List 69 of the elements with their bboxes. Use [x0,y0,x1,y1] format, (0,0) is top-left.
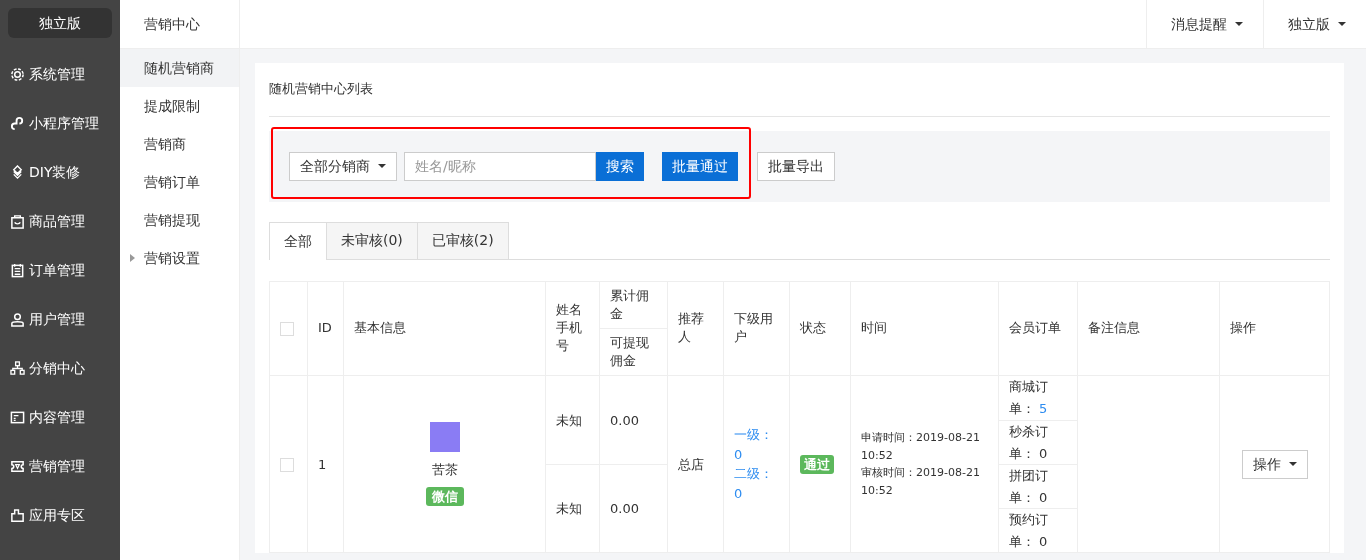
table-cell: 总店 [667,375,724,553]
ticket-icon [10,459,25,474]
table-cell-text: 0.00 [610,500,639,518]
table-cell-text: 未知 [556,411,582,430]
column-header: 状态 [789,281,851,376]
column-header: 时间 [850,281,999,376]
sidebar-item[interactable]: 分销中心 [0,344,120,393]
submenu-item[interactable]: 营销提现 [120,201,239,239]
status-tag: 通过 [800,454,834,474]
row-checkbox[interactable] [280,458,294,472]
puzzle-icon [10,508,25,523]
gear-icon [10,67,25,82]
column-header: 备注信息 [1077,281,1220,376]
time-text: 申请时间：2019-08-21 10:52 [861,430,981,464]
submenu-item[interactable]: 营销订单 [120,163,239,201]
order-count-text: 预约订单： 0 [1009,510,1049,551]
action-dropdown[interactable]: 操作 [1241,449,1308,479]
avatar-image [429,421,460,452]
sidebar-item[interactable]: 订单管理 [0,246,120,295]
batch-approve-button[interactable]: 批量通过 [662,151,738,181]
sidebar-item[interactable]: 内容管理 [0,393,120,442]
sidebar-item[interactable]: 营销管理 [0,442,120,491]
submenu-item[interactable]: 随机营销商 [120,49,239,87]
column-header: 累计佣金 [599,281,668,329]
order-count-text: 商城订单： 5 [1009,378,1049,419]
column-header: 操作 [1219,281,1330,376]
column-header: 下级用户 [723,281,790,376]
table-cell-text: 0.00 [610,411,639,430]
nickname-text: 苦茶 [430,460,459,479]
calendar-icon [10,263,25,278]
platform-tag: 微信 [425,487,464,507]
search-field[interactable]: 姓名/昵称 [404,151,596,181]
order-count-text: 拼团订单： 0 [1009,466,1049,507]
hierarchy-icon [10,361,25,376]
select-all-checkbox[interactable] [280,321,294,336]
submenu-item[interactable]: 营销商 [120,125,239,163]
sidebar-item[interactable]: DIY装修 [0,148,120,197]
sidebar-item[interactable]: 应用专区 [0,491,120,540]
link-icon [10,116,25,131]
layers-icon [10,165,25,180]
brand-label: 独立版 [8,8,112,38]
subordinate-link[interactable]: 二级：0 [734,464,779,504]
submenu-item[interactable]: 营销设置 [120,239,239,277]
table-cell-text: 未知 [556,500,582,518]
time-text: 审核时间：2019-08-21 10:52 [861,465,981,499]
sidebar-item[interactable]: 小程序管理 [0,99,120,148]
filter-tab[interactable]: 已审核(2) [416,221,509,259]
distributor-dropdown[interactable]: 全部分销商 [289,151,397,181]
column-header: 推荐人 [667,281,724,376]
panel-title: 随机营销中心列表 [269,63,1330,117]
person-icon [10,312,25,327]
panel-icon [10,410,25,425]
column-header: 姓名手机号 [545,281,600,376]
column-header: 基本信息 [343,281,546,376]
subordinate-link[interactable]: 一级：0 [734,425,779,465]
sidebar-item[interactable]: 用户管理 [0,295,120,344]
table-cell: 1 [307,375,344,553]
column-header: 会员订单 [998,281,1078,376]
bag-icon [10,214,25,229]
sidebar-item[interactable]: 系统管理 [0,50,120,99]
filter-tab[interactable]: 未审核(0) [326,221,418,259]
search-button[interactable]: 搜索 [596,151,644,181]
column-header: ID [307,281,344,376]
submenu-item[interactable]: 提成限制 [120,87,239,125]
batch-export-button[interactable]: 批量导出 [757,151,835,181]
expand-arrow-icon [130,254,135,262]
filter-tab[interactable]: 全部 [269,221,327,260]
sidebar-item[interactable]: 商品管理 [0,197,120,246]
order-count-text: 秒杀订单： 0 [1009,422,1049,463]
